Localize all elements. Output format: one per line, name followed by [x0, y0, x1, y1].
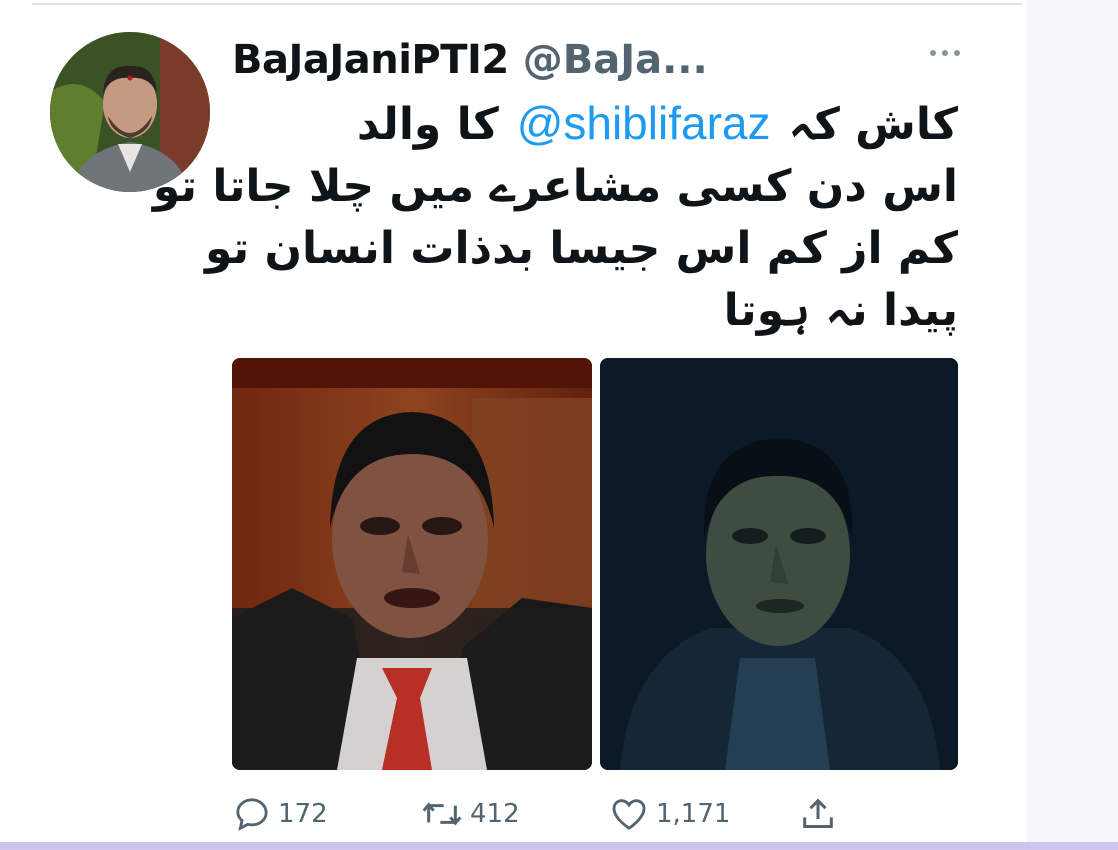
- share-button[interactable]: [798, 792, 838, 836]
- portrait-photo-left: [232, 358, 592, 770]
- retweet-arrows-icon: [422, 802, 462, 826]
- bottom-border: [0, 842, 1118, 850]
- user-handle[interactable]: @BaJa...: [523, 37, 708, 83]
- media-grid: [232, 358, 958, 770]
- reply-count: 172: [278, 799, 328, 829]
- like-count: 1,171: [656, 799, 731, 829]
- retweet-count: 412: [470, 799, 520, 829]
- retweet-button[interactable]: 412: [420, 792, 520, 836]
- media-divider: [592, 358, 600, 770]
- reply-button[interactable]: 172: [232, 792, 328, 836]
- tweet-line-3: کم از کم اس جیسا بدذات انسان تو: [205, 223, 958, 274]
- top-border: [32, 3, 1022, 5]
- media-photo-right[interactable]: [600, 358, 958, 770]
- right-margin: [1026, 0, 1118, 850]
- tweet-actions: 172 412 1,171: [232, 792, 852, 836]
- tweet-line-2: اس دن کسی مشاعرے میں چلا جاتا تو: [152, 161, 958, 212]
- display-name[interactable]: BaJaJaniPTI2: [232, 37, 509, 83]
- tweet-line-1-start: کاش کہ: [788, 99, 958, 150]
- portrait-photo-right: [600, 358, 958, 770]
- like-button[interactable]: 1,171: [608, 792, 730, 836]
- reply-bubble-icon: [236, 798, 268, 831]
- heart-icon: [612, 799, 646, 830]
- more-dots-icon[interactable]: [918, 36, 972, 70]
- share-upload-icon: [803, 798, 833, 828]
- tweet-line-1-end: کا والد: [356, 99, 499, 150]
- tweet-line-4: پیدا نہ ہوتا: [723, 285, 958, 336]
- tweet-header: BaJaJaniPTI2 @BaJa...: [232, 34, 708, 86]
- tweet-line-1: کاش کہ@shiblifarazکا والد: [224, 92, 958, 156]
- tweet-text: کاش کہ@shiblifarazکا والد اس دن کسی مشاع…: [152, 92, 958, 342]
- mention-link[interactable]: @shiblifaraz: [499, 97, 789, 149]
- media-photo-left[interactable]: [232, 358, 592, 770]
- tweet-card: BaJaJaniPTI2 @BaJa... کاش کہ@shiblifaraz…: [0, 0, 1118, 850]
